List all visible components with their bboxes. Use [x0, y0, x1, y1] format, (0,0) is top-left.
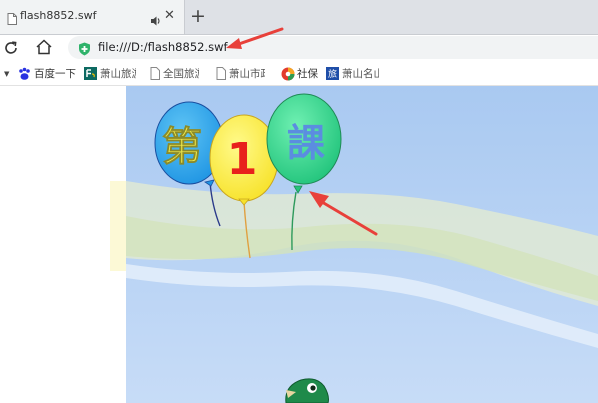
bookmark-baidu[interactable]: 百度一下: [18, 67, 76, 84]
bookmarks-collapse-icon[interactable]: ▼: [4, 70, 9, 78]
bookmark-label: 社保: [297, 68, 318, 80]
address-toolbar: file:///D:/flash8852.swf: [0, 27, 598, 61]
bookmark-label: 百度一下: [34, 68, 76, 80]
file-icon: [7, 10, 17, 29]
shield-check-icon[interactable]: [78, 41, 91, 60]
travel-logo-icon: 旅: [326, 67, 339, 83]
page-icon: [216, 67, 226, 83]
flash-stage[interactable]: 第 1 課: [126, 86, 598, 403]
baidu-paw-icon: [18, 67, 31, 84]
bookmark-label: 萧山名山: [342, 68, 384, 80]
bookmarks-bar: ▼ 百度一下 萧山旅游 全国旅游 萧山市政 社保 旅 萧山名山: [0, 63, 598, 86]
bookmark-xiaoshan-city[interactable]: 萧山市政: [216, 67, 274, 82]
bookmark-label: 萧山旅游: [100, 68, 142, 80]
bookmark-national-travel[interactable]: 全国旅游: [150, 67, 208, 82]
bookmark-social-security[interactable]: 社保: [281, 67, 325, 82]
social-security-icon: [281, 67, 295, 84]
url-text[interactable]: file:///D:/flash8852.swf: [98, 40, 228, 54]
browser-tab[interactable]: flash8852.swf ✕: [0, 0, 185, 34]
close-tab-icon[interactable]: ✕: [164, 8, 175, 24]
page-content: 第 1 課: [0, 86, 598, 403]
tab-strip: flash8852.swf ✕ +: [0, 0, 598, 35]
balloon-char-1: 第: [162, 124, 202, 170]
balloon-char-3: 課: [287, 121, 325, 165]
reload-icon[interactable]: [3, 40, 19, 60]
new-tab-button[interactable]: +: [190, 6, 206, 26]
address-bar[interactable]: file:///D:/flash8852.swf: [68, 36, 598, 59]
balloon-char-2: 1: [227, 134, 258, 185]
speaker-icon[interactable]: [151, 11, 162, 30]
page-icon: [150, 67, 160, 83]
tab-title: flash8852.swf: [20, 9, 97, 22]
bookmark-label: 萧山市政: [229, 68, 271, 80]
site-logo-icon: [84, 67, 97, 83]
bookmark-xiaoshan-travel[interactable]: 萧山旅游: [84, 67, 144, 82]
home-icon[interactable]: [35, 39, 53, 59]
bookmark-label: 全国旅游: [163, 68, 205, 80]
bookmark-xiaoshan-mountain[interactable]: 旅 萧山名山: [326, 67, 388, 82]
svg-text:旅: 旅: [328, 68, 337, 80]
